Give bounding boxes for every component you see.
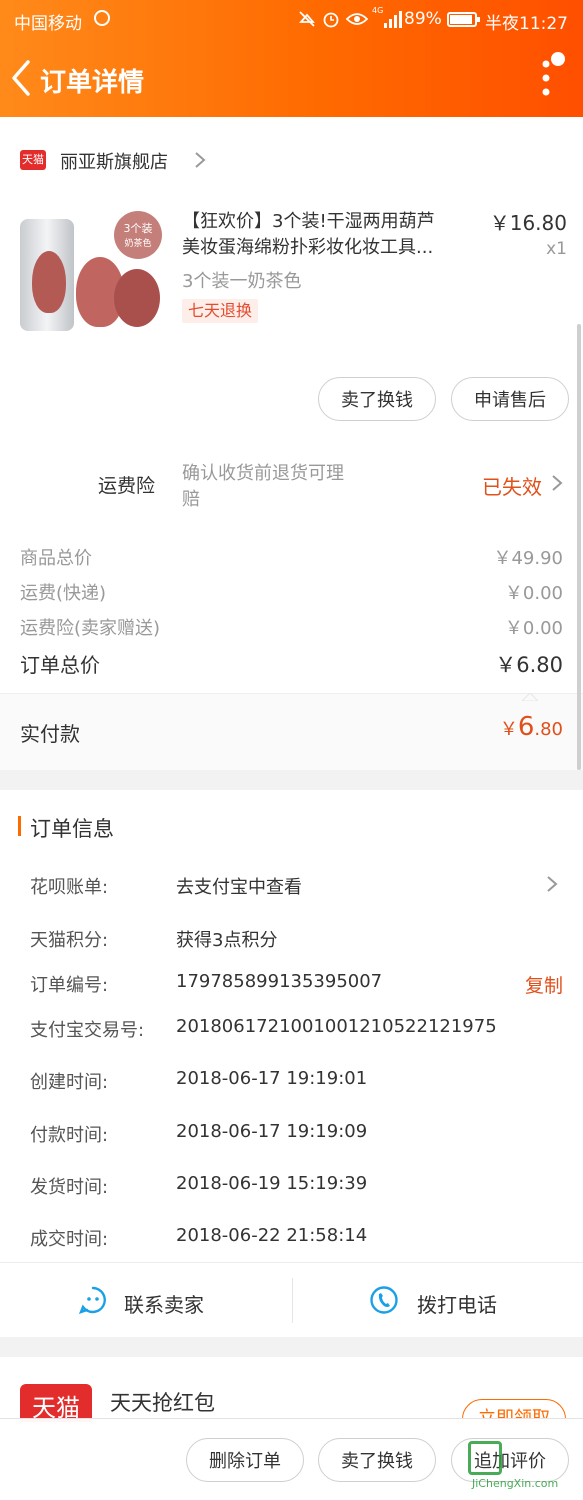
page-title: 订单详情 [40,68,145,98]
alarm-icon [322,10,340,28]
tmall-badge: 天猫 [20,150,46,170]
product-sku: 3个装一奶茶色 [182,271,302,292]
product-image: 3个装 奶茶色 [18,211,164,335]
product-qty: x1 [546,239,567,259]
insurance-desc-line1: 确认收货前退货可理 [182,463,344,484]
chevron-right-icon [194,151,206,169]
promo-card[interactable]: 天猫 天天抢红包 立即领取 [0,1357,583,1422]
delete-order-button[interactable]: 删除订单 [186,1438,304,1482]
shop-row[interactable]: 天猫 丽亚斯旗舰店 [0,137,583,183]
huabei-value[interactable]: 去支付宝中查看 [176,873,302,899]
shipping-insurance-row[interactable]: 运费险 确认收货前退货可理 赔 已失效 [0,447,583,519]
watermark-text: JiChengXin.com [472,1477,559,1490]
chevron-right-icon [551,474,563,492]
shop-name: 丽亚斯旗舰店 [60,152,168,173]
paid-label: 实付款 [20,722,80,746]
carrier-label: 中国移动 [14,14,82,34]
order-total-value: ￥6.80 [495,653,563,677]
clock: 半夜11:27 [485,14,568,34]
eye-icon [345,11,369,27]
signal-icon [380,9,404,29]
shipped-time-value: 2018-06-19 15:19:39 [176,1173,368,1194]
paid-time-label: 付款时间: [30,1125,109,1146]
copy-button[interactable]: 复制 [525,971,563,998]
caret-up-icon [520,686,540,702]
shipped-time-label: 发货时间: [30,1177,109,1198]
call-button[interactable]: 拨打电话 [293,1263,583,1338]
section-title: 订单信息 [30,817,114,841]
product-row[interactable]: 3个装 奶茶色 【狂欢价】3个装!干湿两用葫芦 美妆蛋海绵粉扑彩妆化妆工具...… [0,201,583,351]
status-bar: 中国移动 4G 89% 半夜11:27 [0,0,583,40]
order-info-card: 订单信息 花呗账单: 去支付宝中查看 天猫积分: 获得3点积分 订单编号: 17… [0,790,583,1337]
paid-amount: ￥6.80 [499,712,563,742]
app-header: 中国移动 4G 89% 半夜11:27 订单详情 [0,0,583,117]
product-title-line1: 【狂欢价】3个装!干湿两用葫芦 [182,211,435,232]
alipay-trade-value: 2018061721001001210522121975 [176,1016,497,1037]
paid-row: 实付款 ￥6.80 [0,692,583,770]
goods-total-label: 商品总价 [20,548,92,569]
bottom-action-bar: 删除订单 卖了换钱 追加评价 JiChengXin.com [0,1418,583,1500]
insurance-fee-value: ￥0.00 [504,618,563,639]
chevron-right-icon[interactable] [546,875,558,893]
phone-icon [369,1285,399,1315]
insurance-label: 运费险 [98,475,156,497]
back-icon[interactable] [8,58,34,98]
created-time-value: 2018-06-17 19:19:01 [176,1068,368,1089]
return-policy-tag: 七天退换 [182,299,259,323]
image-badge: 3个装 奶茶色 [114,211,162,259]
call-label: 拨打电话 [417,1293,497,1317]
hotspot-icon [94,10,110,26]
product-title-line2: 美妆蛋海绵粉扑彩妆化妆工具... [182,237,434,258]
goods-total-value: ￥49.90 [493,548,563,569]
points-value: 获得3点积分 [176,930,278,951]
shipping-fee-label: 运费(快递) [20,583,107,604]
shipping-fee-value: ￥0.00 [504,583,563,604]
contact-row: 联系卖家 拨打电话 [0,1262,583,1337]
insurance-status: 已失效 [482,475,542,499]
insurance-fee-label: 运费险(卖家赠送) [20,618,161,639]
battery-icon [447,12,480,27]
section-marker [18,816,21,836]
order-number-value: 179785899135395007 [176,971,383,992]
watermark-logo: JiChengXin.com [468,1437,580,1497]
order-number-label: 订单编号: [30,975,109,996]
mute-icon [298,11,316,27]
resell-bottom-button[interactable]: 卖了换钱 [318,1438,436,1482]
contact-seller-label: 联系卖家 [124,1293,204,1317]
after-sale-button[interactable]: 申请售后 [451,377,569,421]
paid-time-value: 2018-06-17 19:19:09 [176,1121,368,1142]
points-label: 天猫积分: [30,930,109,951]
tmall-logo: 天猫 [20,1384,92,1422]
more-icon[interactable] [530,52,570,98]
product-price: ￥16.80 [489,211,567,235]
order-card: 天猫 丽亚斯旗舰店 3个装 奶茶色 【狂欢价】3个装!干湿两用葫芦 美妆蛋海绵粉… [0,117,583,770]
insurance-desc-line2: 赔 [182,489,200,510]
chat-face-icon [78,1285,108,1315]
scrollbar[interactable] [577,324,581,770]
contact-seller-button[interactable]: 联系卖家 [0,1263,292,1338]
alipay-trade-label: 支付宝交易号: [30,1020,145,1041]
completed-time-value: 2018-06-22 21:58:14 [176,1225,368,1246]
huabei-label: 花呗账单: [30,877,109,898]
completed-time-label: 成交时间: [30,1229,109,1250]
title-bar: 订单详情 [0,40,583,117]
battery-percent: 89% [404,9,442,29]
order-total-label: 订单总价 [20,653,100,677]
resell-button[interactable]: 卖了换钱 [318,377,436,421]
promo-title: 天天抢红包 [110,1391,215,1415]
created-time-label: 创建时间: [30,1072,109,1093]
